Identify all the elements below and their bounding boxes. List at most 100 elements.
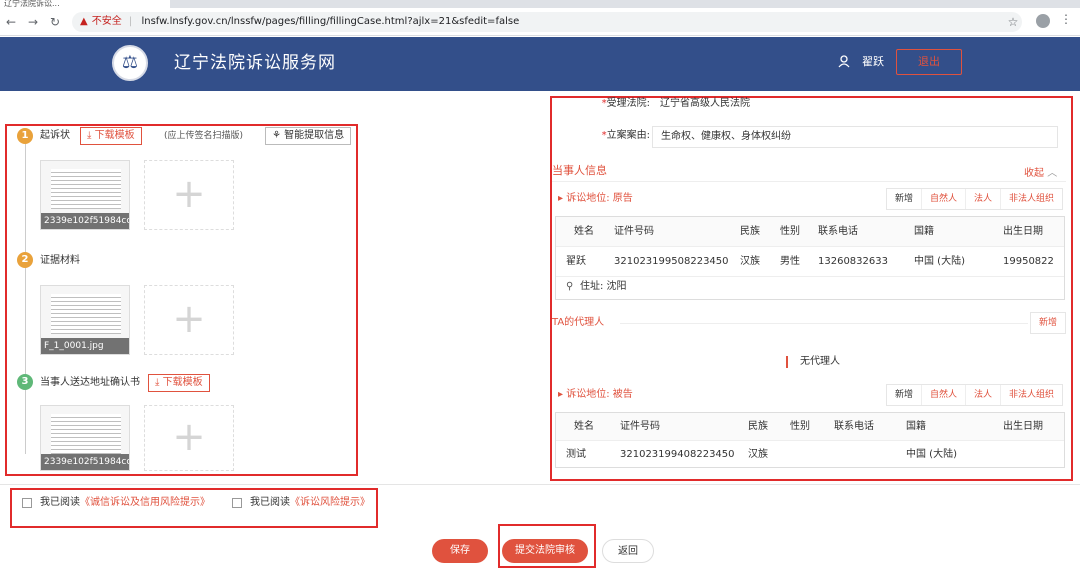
smart-extract-button[interactable]: ⚘ 智能提取信息 <box>265 127 352 145</box>
warning-icon: ▲ <box>80 16 88 27</box>
litigation-risk-link[interactable]: 《诉讼风险提示》 <box>290 497 370 508</box>
collapse-toggle[interactable]: 收起 ︿ <box>1024 164 1057 179</box>
security-label: 不安全 <box>91 16 122 27</box>
plaintiff-actions: 新增 自然人 法人 非法人组织 <box>886 188 1064 210</box>
url-text: lnsfw.lnsfy.gov.cn/lnssfw/pages/filling/… <box>141 16 520 27</box>
step-label-address-confirmation: 当事人送达地址确认书 <box>40 377 140 388</box>
step-label-complaint: 起诉状 <box>40 130 70 141</box>
arrow-right-icon[interactable]: → <box>26 15 40 29</box>
uploaded-file-thumb[interactable]: 2339e102f51984cc31 <box>40 160 130 230</box>
browser-address-bar: ← → ↻ ▲ 不安全 | lnsfw.lnsfy.gov.cn/lnssfw/p… <box>0 8 1080 36</box>
step-label-evidence: 证据材料 <box>40 255 80 266</box>
add-agent-button[interactable]: 新增 <box>1031 313 1065 333</box>
step-number-1: 1 <box>17 128 33 144</box>
table-header: 联系电话 <box>818 226 858 237</box>
file-name: 2339e102f51984cc31 <box>41 213 129 229</box>
integrity-risk-link[interactable]: 《诚信诉讼及信用风险提示》 <box>80 497 210 508</box>
arrow-left-icon[interactable]: ← <box>4 15 18 29</box>
plaintiff-table: 1 姓名 证件号码 民族 性别 联系电话 国籍 出生日期 翟跃 32102319… <box>555 216 1065 300</box>
table-header: 民族 <box>748 421 768 432</box>
agent-section-title: TA的代理人 <box>552 317 605 328</box>
download-template-button[interactable]: ⤓ 下载模板 <box>80 127 142 145</box>
plaintiff-title: ▸ 诉讼地位: 原告 <box>558 193 633 204</box>
party-ethnicity: 汉族 <box>740 256 760 267</box>
download-template-label: 下载模板 <box>94 130 135 141</box>
smart-extract-label: 智能提取信息 <box>284 130 345 141</box>
table-row[interactable]: 测试 321023199408223450 汉族 中国 (大陆) <box>556 441 1064 468</box>
logout-button[interactable]: 退出 <box>896 49 962 75</box>
site-header: ⚖ 辽宁法院诉讼服务网 翟跃 退出 <box>0 37 1080 91</box>
step-line <box>25 144 26 454</box>
party-nationality: 中国 (大陆) <box>914 256 965 267</box>
add-party-button[interactable]: 新增 <box>887 189 921 209</box>
kebab-menu-icon[interactable]: ⋮ <box>1060 12 1072 26</box>
add-file-button[interactable]: + <box>144 285 234 355</box>
back-button[interactable]: 返回 <box>602 539 654 563</box>
document-preview <box>51 414 121 454</box>
table-header: 国籍 <box>914 226 934 237</box>
party-gender: 男性 <box>780 256 800 267</box>
unincorporated-org-button[interactable]: 非法人组织 <box>1000 189 1062 209</box>
party-phone: 13260832633 <box>818 256 888 267</box>
reload-icon[interactable]: ↻ <box>48 15 62 29</box>
table-header: 性别 <box>790 421 810 432</box>
star-icon[interactable]: ☆ <box>1006 15 1020 29</box>
unincorporated-org-button[interactable]: 非法人组织 <box>1000 385 1062 405</box>
legal-person-button[interactable]: 法人 <box>965 385 1000 405</box>
url-bar[interactable]: ▲ 不安全 | lnsfw.lnsfy.gov.cn/lnssfw/pages/f… <box>72 12 1022 32</box>
browser-tab[interactable]: 辽宁法院诉讼... <box>0 0 170 8</box>
browser-tab-bar: 辽宁法院诉讼... <box>0 0 1080 8</box>
plus-icon: + <box>172 171 206 217</box>
agreement-checkbox-2[interactable] <box>232 498 242 508</box>
party-name: 测试 <box>566 449 586 460</box>
party-birth-date: 19950822 <box>1003 256 1054 267</box>
add-file-button[interactable]: + <box>144 405 234 471</box>
natural-person-button[interactable]: 自然人 <box>921 385 965 405</box>
defendant-title: ▸ 诉讼地位: 被告 <box>558 389 633 400</box>
party-ethnicity: 汉族 <box>748 449 768 460</box>
agent-divider <box>620 323 1028 324</box>
table-row[interactable]: 翟跃 321023199508223450 汉族 男性 13260832633 … <box>556 247 1064 277</box>
table-header: 证件号码 <box>620 421 660 432</box>
uploaded-file-thumb[interactable]: F_1_0001.jpg <box>40 285 130 355</box>
upload-hint: (应上传签名扫描版) <box>164 131 244 141</box>
table-header: 国籍 <box>906 421 926 432</box>
legal-person-button[interactable]: 法人 <box>965 189 1000 209</box>
user-name[interactable]: 翟跃 <box>862 55 884 69</box>
natural-person-button[interactable]: 自然人 <box>921 189 965 209</box>
plus-icon: + <box>172 414 206 460</box>
download-icon: ⤓ <box>155 377 160 388</box>
party-id-number: 321023199408223450 <box>620 449 735 460</box>
profile-icon[interactable] <box>1036 14 1050 28</box>
court-logo: ⚖ <box>112 45 148 81</box>
defendant-actions: 新增 自然人 法人 非法人组织 <box>886 384 1064 406</box>
table-header: 姓名 <box>574 226 594 237</box>
add-file-button[interactable]: + <box>144 160 234 230</box>
location-pin-icon: ⚲ <box>566 281 574 292</box>
file-name: F_1_0001.jpg <box>41 338 129 354</box>
document-preview <box>51 294 121 334</box>
table-header: 联系电话 <box>834 421 874 432</box>
cause-input[interactable]: 生命权、健康权、身体权纠纷 <box>652 126 1058 148</box>
table-header: 出生日期 <box>1003 421 1043 432</box>
table-header: 民族 <box>740 226 760 237</box>
chevron-up-icon: ︿ <box>1047 168 1058 179</box>
submit-to-court-button[interactable]: 提交法院审核 <box>502 539 588 563</box>
agreement-checkbox-1[interactable] <box>22 498 32 508</box>
uploaded-file-thumb[interactable]: 2339e102f51984cc31 <box>40 405 130 471</box>
table-header: 证件号码 <box>614 226 654 237</box>
site-title: 辽宁法院诉讼服务网 <box>174 53 336 73</box>
save-button[interactable]: 保存 <box>432 539 488 563</box>
table-header: 姓名 <box>574 421 594 432</box>
step-number-3: 3 <box>17 374 33 390</box>
court-value: 辽宁省高级人民法院 <box>660 98 750 109</box>
parties-section-title: 当事人信息 <box>552 164 607 177</box>
caret-right-icon: ▸ <box>558 389 564 400</box>
party-address: 住址: 沈阳 <box>580 281 627 292</box>
sitemap-icon: ⚘ <box>272 130 281 141</box>
agent-actions: 新增 <box>1030 312 1067 334</box>
party-nationality: 中国 (大陆) <box>906 449 957 460</box>
agreement-text-2: 我已阅读《诉讼风险提示》 <box>250 497 370 508</box>
download-template-button[interactable]: ⤓ 下载模板 <box>148 374 210 392</box>
add-party-button[interactable]: 新增 <box>887 385 921 405</box>
